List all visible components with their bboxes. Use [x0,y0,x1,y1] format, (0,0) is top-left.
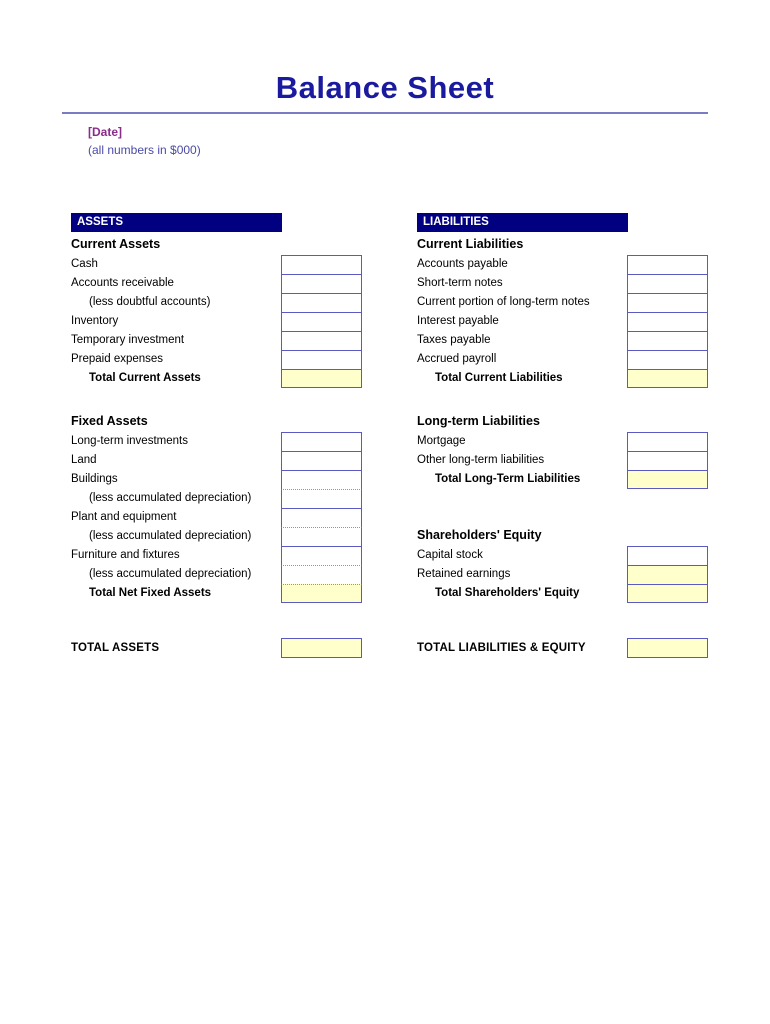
assets-total-gap [71,603,362,638]
label-less-doubtful-accounts: (less doubtful accounts) [89,296,211,308]
long-term-liabilities-group: Mortgage Other long-term liabilities Tot… [417,432,709,489]
current-assets-heading: Current Assets [71,237,161,251]
label-plant-and-equipment: Plant and equipment [71,511,177,523]
row-buildings: Buildings [71,470,362,489]
liabilities-column: LIABILITIES Current Liabilities Accounts… [417,213,709,658]
liabilities-section-gap [417,388,709,409]
assets-band: ASSETS [71,213,282,232]
label-current-portion-long-term-notes: Current portion of long-term notes [417,296,590,308]
page-title: Balance Sheet [275,70,495,105]
liabilities-total-gap [417,603,709,638]
label-furniture-depreciation: (less accumulated depreciation) [89,568,252,580]
label-total-current-assets: Total Current Assets [89,372,201,384]
row-other-long-term-liabilities: Other long-term liabilities [417,451,709,470]
liabilities-band: LIABILITIES [417,213,628,232]
row-long-term-investments: Long-term investments [71,432,362,451]
row-accrued-payroll: Accrued payroll [417,350,709,369]
long-term-liabilities-heading: Long-term Liabilities [417,414,540,428]
label-mortgage: Mortgage [417,435,466,447]
label-land: Land [71,454,97,466]
row-taxes-payable: Taxes payable [417,331,709,350]
row-short-term-notes: Short-term notes [417,274,709,293]
row-accounts-receivable: Accounts receivable [71,274,362,293]
total-box-assets [281,638,362,658]
label-short-term-notes: Short-term notes [417,277,503,289]
row-total-current-liabilities: Total Current Liabilities [417,369,709,388]
title-divider [62,112,708,114]
shareholders-equity-group: Capital stock Retained earnings Total Sh… [417,546,709,603]
row-total-liabilities-and-equity: TOTAL LIABILITIES & EQUITY [417,638,709,658]
row-accounts-payable: Accounts payable [417,255,709,274]
row-furniture-depreciation: (less accumulated depreciation) [71,565,362,584]
assets-section-gap [71,388,362,409]
label-inventory: Inventory [71,315,119,327]
row-buildings-depreciation: (less accumulated depreciation) [71,489,362,508]
row-mortgage: Mortgage [417,432,709,451]
document-subheader: [Date] (all numbers in $000) [88,123,770,159]
label-cash: Cash [71,258,98,270]
label-capital-stock: Capital stock [417,549,483,561]
row-current-portion-long-term-notes: Current portion of long-term notes [417,293,709,312]
row-furniture-and-fixtures: Furniture and fixtures [71,546,362,565]
label-accounts-receivable: Accounts receivable [71,277,174,289]
equity-section-gap [417,489,709,523]
label-other-long-term-liabilities: Other long-term liabilities [417,454,545,466]
units-note: (all numbers in $000) [88,143,201,157]
label-plant-depreciation: (less accumulated depreciation) [89,530,252,542]
row-retained-earnings: Retained earnings [417,565,709,584]
date-placeholder[interactable]: [Date] [88,123,770,141]
label-retained-earnings: Retained earnings [417,568,511,580]
label-total-shareholders-equity: Total Shareholders' Equity [435,587,580,599]
label-prepaid-expenses: Prepaid expenses [71,353,164,365]
total-liabilities-equity-box-wrap [627,638,708,658]
current-liabilities-heading: Current Liabilities [417,237,524,251]
row-cash: Cash [71,255,362,274]
label-taxes-payable: Taxes payable [417,334,491,346]
label-buildings-depreciation: (less accumulated depreciation) [89,492,252,504]
label-interest-payable: Interest payable [417,315,499,327]
row-total-assets: TOTAL ASSETS [71,638,362,658]
row-land: Land [71,451,362,470]
row-capital-stock: Capital stock [417,546,709,565]
row-temporary-investment: Temporary investment [71,331,362,350]
row-plant-and-equipment: Plant and equipment [71,508,362,527]
row-interest-payable: Interest payable [417,312,709,331]
label-buildings: Buildings [71,473,118,485]
label-long-term-investments: Long-term investments [71,435,188,447]
label-total-long-term-liabilities: Total Long-Term Liabilities [435,473,581,485]
label-total-net-fixed-assets: Total Net Fixed Assets [89,587,212,599]
fixed-assets-heading: Fixed Assets [71,414,148,428]
total-box-liabilities-and-equity [627,638,708,658]
row-total-current-assets: Total Current Assets [71,369,362,388]
row-total-shareholders-equity: Total Shareholders' Equity [417,584,709,603]
row-inventory: Inventory [71,312,362,331]
total-assets-box-wrap [281,638,362,658]
label-temporary-investment: Temporary investment [71,334,185,346]
row-prepaid-expenses: Prepaid expenses [71,350,362,369]
row-plant-depreciation: (less accumulated depreciation) [71,527,362,546]
row-less-doubtful-accounts: (less doubtful accounts) [71,293,362,312]
label-total-current-liabilities: Total Current Liabilities [435,372,563,384]
current-liabilities-group: Accounts payable Short-term notes Curren… [417,255,709,388]
fixed-assets-group: Long-term investments Land Buildings (le… [71,432,362,603]
shareholders-equity-heading: Shareholders' Equity [417,528,542,542]
label-furniture-and-fixtures: Furniture and fixtures [71,549,180,561]
label-accounts-payable: Accounts payable [417,258,508,270]
assets-column: ASSETS Current Assets Cash Accounts rece… [71,213,362,658]
label-accrued-payroll: Accrued payroll [417,353,497,365]
row-total-long-term-liabilities: Total Long-Term Liabilities [417,470,709,489]
row-total-net-fixed-assets: Total Net Fixed Assets [71,584,362,603]
current-assets-group: Cash Accounts receivable (less doubtful … [71,255,362,388]
